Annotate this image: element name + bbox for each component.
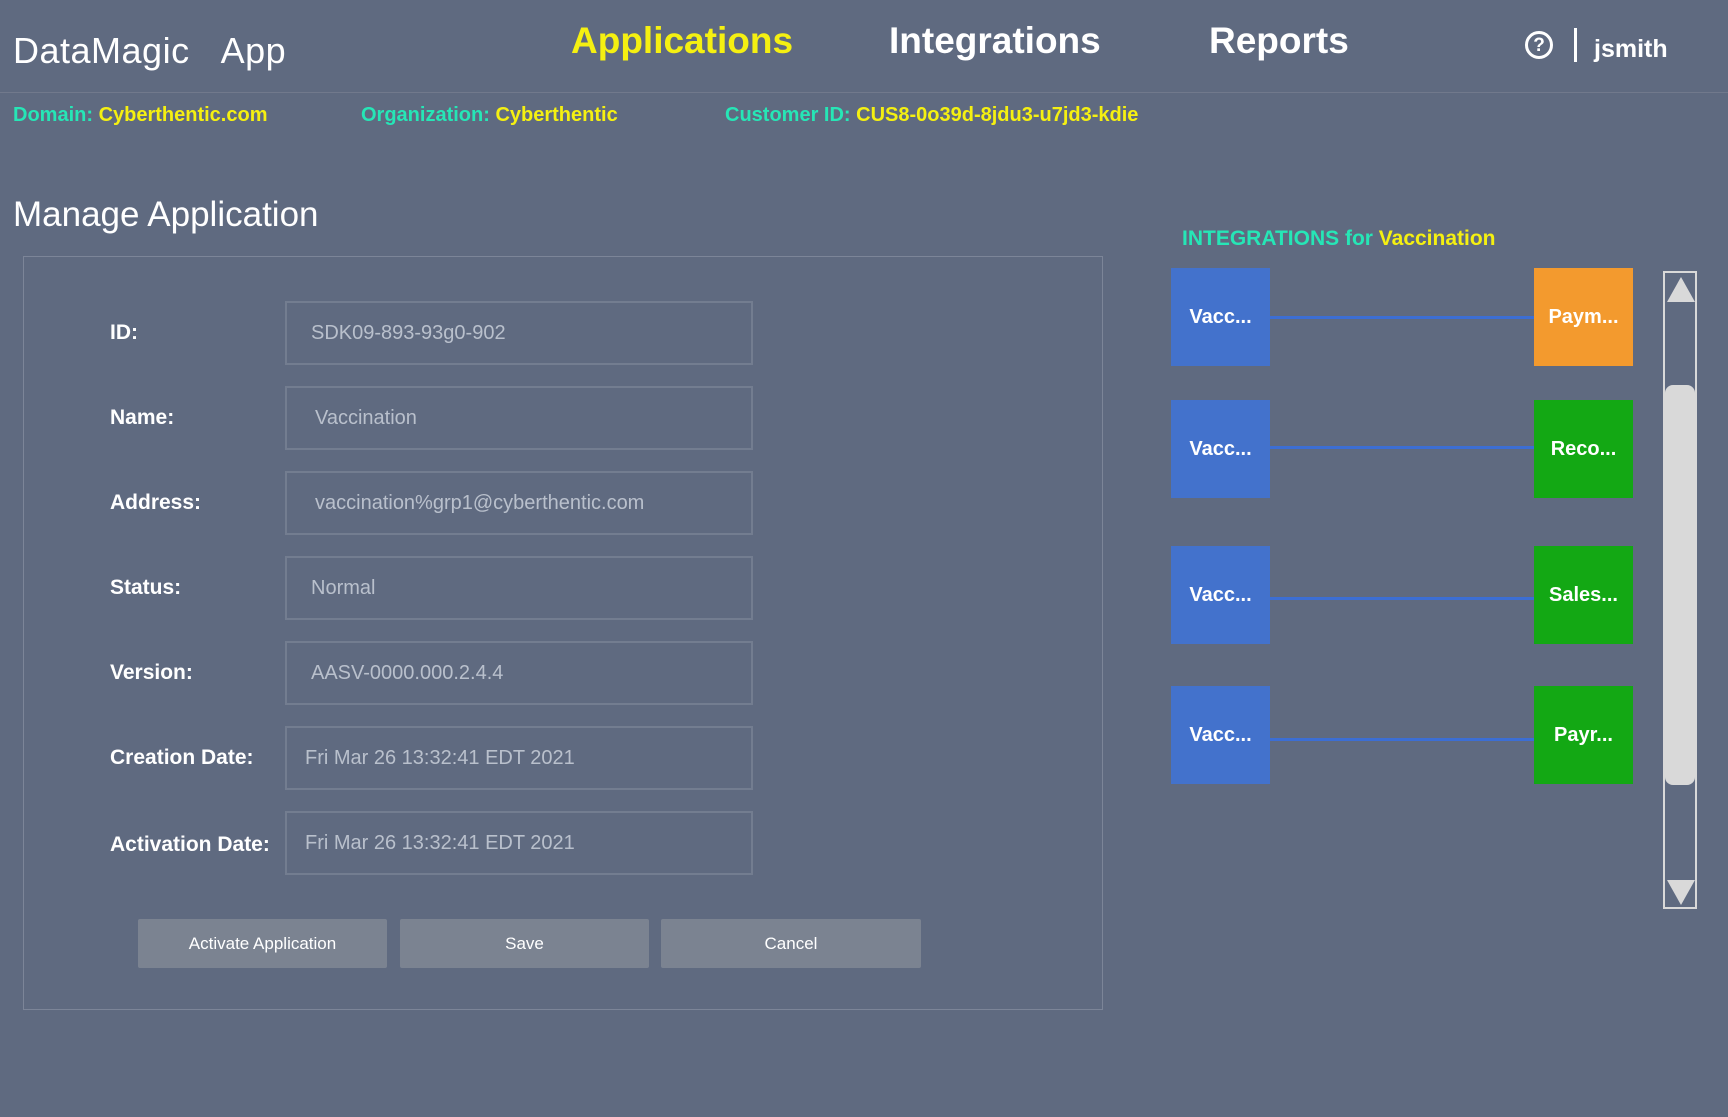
nav-integrations[interactable]: Integrations (889, 20, 1101, 62)
activation-date-field[interactable] (285, 811, 753, 875)
version-field[interactable] (285, 641, 753, 705)
integration-source-node[interactable]: Vacc... (1171, 268, 1270, 366)
creation-date-label: Creation Date: (110, 746, 254, 769)
page-title: Manage Application (13, 195, 319, 234)
save-button[interactable]: Save (400, 919, 649, 968)
help-icon[interactable]: ? (1525, 31, 1553, 59)
integration-link (1270, 446, 1534, 449)
address-field[interactable] (285, 471, 753, 535)
scrollbar-thumb[interactable] (1665, 385, 1695, 785)
status-field[interactable] (285, 556, 753, 620)
domain-label: Domain: (13, 104, 93, 126)
cancel-button[interactable]: Cancel (661, 919, 921, 968)
organization-label: Organization: (361, 104, 490, 126)
integrations-title: INTEGRATIONS for Vaccination (1182, 227, 1496, 251)
customer-id-value: CUS8-0o39d-8jdu3-u7jd3-kdie (856, 104, 1139, 126)
address-label: Address: (110, 491, 202, 514)
id-label: ID: (110, 321, 138, 344)
activation-date-label: Activation Date: (110, 833, 270, 856)
integrations-title-app: Vaccination (1378, 227, 1496, 250)
integration-target-node[interactable]: Payr... (1534, 686, 1633, 784)
nav-applications[interactable]: Applications (571, 20, 793, 62)
header-divider (0, 92, 1728, 93)
integrations-title-label: INTEGRATIONS for (1182, 227, 1373, 250)
scroll-up-arrow-icon[interactable] (1667, 277, 1695, 302)
app-title: DataMagic App (13, 30, 287, 71)
integration-source-node[interactable]: Vacc... (1171, 546, 1270, 644)
integration-link (1270, 597, 1534, 600)
user-separator (1574, 28, 1577, 62)
integration-target-node[interactable]: Paym... (1534, 268, 1633, 366)
id-field[interactable] (285, 301, 753, 365)
integration-target-node[interactable]: Sales... (1534, 546, 1633, 644)
integration-link (1270, 738, 1534, 741)
integration-link (1270, 316, 1534, 319)
integration-target-node[interactable]: Reco... (1534, 400, 1633, 498)
activate-application-button[interactable]: Activate Application (138, 919, 387, 968)
integration-source-node[interactable]: Vacc... (1171, 686, 1270, 784)
domain-value: Cyberthentic.com (98, 104, 268, 126)
customer-id-label: Customer ID: (725, 104, 851, 126)
integration-source-node[interactable]: Vacc... (1171, 400, 1270, 498)
name-field[interactable] (285, 386, 753, 450)
organization-value: Cyberthentic (495, 104, 618, 126)
scroll-down-arrow-icon[interactable] (1667, 880, 1695, 905)
username[interactable]: jsmith (1594, 35, 1668, 64)
version-label: Version: (110, 661, 193, 684)
creation-date-field[interactable] (285, 726, 753, 790)
organization-info: Organization: Cyberthentic (361, 104, 618, 127)
status-label: Status: (110, 576, 182, 599)
nav-reports[interactable]: Reports (1209, 20, 1349, 62)
manage-application-panel (23, 256, 1103, 1010)
domain-info: Domain: Cyberthentic.com (13, 104, 268, 127)
name-label: Name: (110, 406, 175, 429)
customer-id-info: Customer ID: CUS8-0o39d-8jdu3-u7jd3-kdie (725, 104, 1138, 127)
